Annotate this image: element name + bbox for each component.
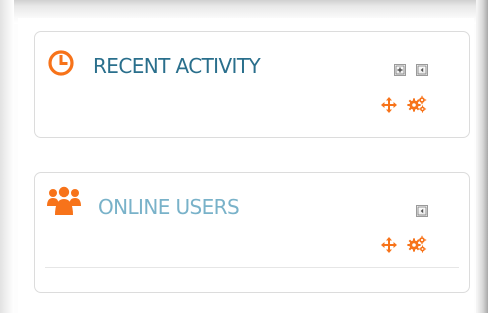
screenshot-frame: RECENT ACTIVITY ONLINE USERS [0, 0, 488, 313]
configure-icon[interactable] [407, 95, 427, 113]
dock-block-icon[interactable] [394, 64, 406, 76]
frame-edge-right [476, 0, 488, 313]
recent-activity-block: RECENT ACTIVITY [34, 31, 470, 138]
block-title-online-users[interactable]: ONLINE USERS [98, 195, 240, 219]
frame-edge-left [0, 0, 14, 313]
move-icon[interactable] [381, 97, 397, 113]
clock-icon [47, 49, 75, 81]
collapse-block-icon[interactable] [416, 64, 428, 76]
online-users-block: ONLINE USERS [34, 172, 470, 293]
block-title-recent-activity[interactable]: RECENT ACTIVITY [93, 54, 261, 78]
configure-icon[interactable] [407, 235, 427, 253]
collapse-block-icon[interactable] [416, 205, 428, 217]
move-icon[interactable] [381, 237, 397, 253]
users-icon [47, 184, 81, 220]
block-content-divider [45, 267, 459, 268]
